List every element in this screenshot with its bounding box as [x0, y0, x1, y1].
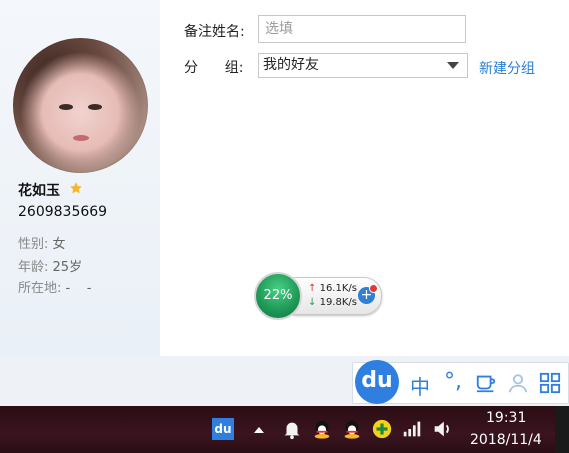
- gender-row: 性别: 女: [18, 233, 66, 252]
- show-desktop-button[interactable]: [555, 406, 569, 453]
- clock-date[interactable]: 2018/11/4: [470, 432, 542, 448]
- tray-expand-icon[interactable]: [251, 422, 267, 438]
- user-icon[interactable]: [507, 372, 529, 394]
- baidu-ime-logo[interactable]: du: [355, 360, 399, 404]
- download-speed: ↓ 19.8K/s: [308, 297, 357, 308]
- volume-icon[interactable]: [431, 418, 453, 440]
- bell-icon[interactable]: [281, 418, 303, 440]
- new-group-link[interactable]: 新建分组: [479, 58, 535, 78]
- cup-icon[interactable]: [475, 372, 497, 394]
- qq-penguin-icon-2[interactable]: [341, 418, 363, 440]
- ime-punct-toggle[interactable]: °,: [444, 369, 462, 394]
- age-label: 年龄:: [18, 260, 49, 275]
- chevron-down-icon: [447, 62, 459, 69]
- network-speed-widget[interactable]: 22% ↑ 16.1K/s ↓ 19.8K/s +: [254, 272, 382, 320]
- profile-uid: 2609835669: [18, 204, 108, 220]
- group-select-value: 我的好友: [263, 57, 319, 73]
- avatar-eye-right: [88, 104, 102, 110]
- qq-penguin-icon[interactable]: [311, 418, 333, 440]
- gender-label: 性别:: [18, 237, 49, 252]
- notification-dot: [369, 284, 378, 293]
- profile-name: 花如玉: [18, 183, 60, 199]
- grid-menu-icon[interactable]: [539, 372, 561, 394]
- taskbar-baidu-ime-icon[interactable]: du: [212, 418, 234, 440]
- group-select[interactable]: 我的好友: [258, 53, 468, 78]
- download-speed-value: 19.8K/s: [319, 297, 357, 308]
- age-row: 年龄: 25岁: [18, 256, 82, 275]
- speed-percent: 22%: [254, 272, 302, 320]
- avatar-eye-left: [59, 104, 73, 110]
- star-icon: [70, 182, 82, 194]
- location-row: 所在地: - -: [18, 277, 91, 296]
- avatar-mouth: [73, 135, 89, 141]
- network-signal-icon[interactable]: [401, 418, 423, 440]
- group-label: 分 组:: [184, 60, 244, 76]
- security-plus-icon[interactable]: [371, 418, 393, 440]
- location-label: 所在地:: [18, 281, 62, 296]
- remark-label: 备注姓名:: [184, 24, 245, 40]
- avatar[interactable]: [13, 38, 148, 173]
- age-value: 25岁: [52, 260, 83, 275]
- ime-mode-toggle[interactable]: 中: [410, 371, 430, 400]
- location-value: - -: [65, 281, 92, 296]
- clock-time[interactable]: 19:31: [486, 410, 526, 426]
- upload-speed: ↑ 16.1K/s: [308, 283, 357, 294]
- remark-input[interactable]: [258, 15, 466, 43]
- gender-value: 女: [52, 237, 66, 252]
- upload-speed-value: 16.1K/s: [319, 283, 357, 294]
